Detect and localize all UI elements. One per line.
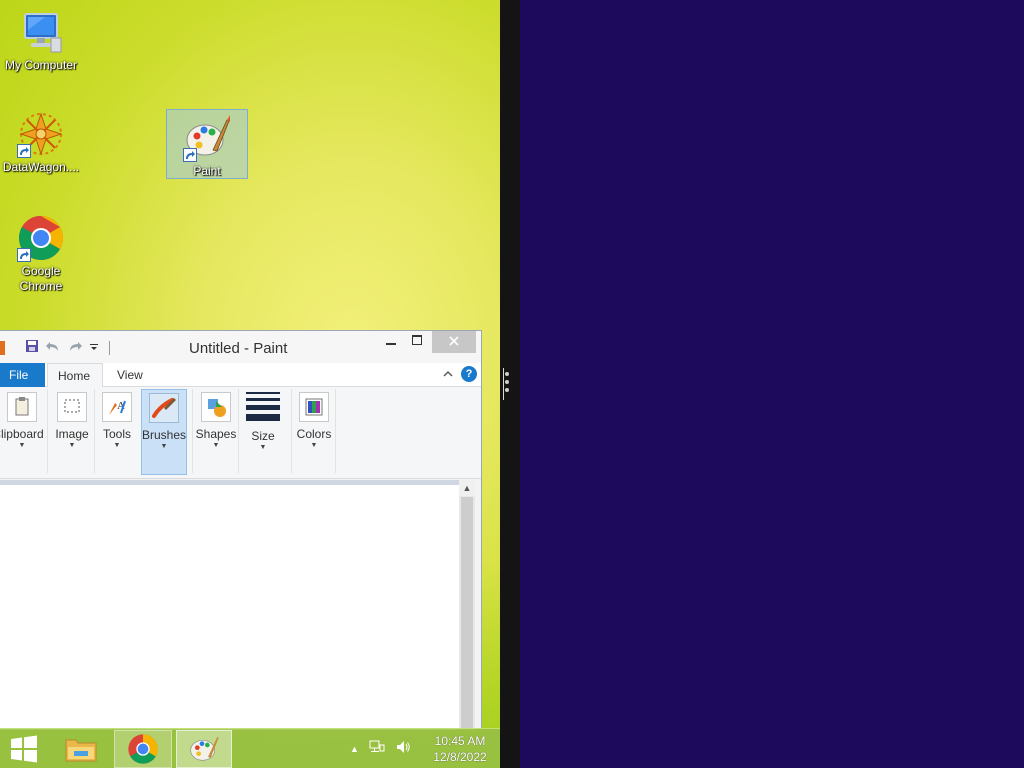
desktop-icon-label: My Computer [4,58,78,72]
desktop-icon-my-computer[interactable]: My Computer [0,8,82,73]
shapes-label: Shapes [195,427,237,441]
ribbon-separator [238,389,239,473]
desktop-icon-datawagon[interactable]: DataWagon.... [0,110,82,175]
paint-window[interactable]: Untitled - Paint File Home View ? lipboa… [0,330,482,730]
snap-divider-line [503,368,504,400]
ribbon-tabs: File Home View ? [0,363,481,388]
redo-icon[interactable] [67,339,83,356]
taskbar-paint[interactable] [176,730,232,768]
clipboard-group[interactable]: Clipboard ▼ [0,389,45,475]
scroll-thumb[interactable] [461,497,473,730]
windows-logo-icon [11,735,37,763]
brush-icon [149,393,179,423]
undo-icon[interactable] [45,339,61,356]
shapes-group[interactable]: Shapes ▼ [195,389,237,475]
shapes-icon [201,392,231,422]
shortcut-arrow-icon [17,248,31,262]
chevron-down-icon: ▼ [113,442,121,449]
shortcut-arrow-icon [17,144,31,158]
desktop-icon-label: DataWagon.... [2,160,80,174]
colors-label: Colors [296,427,332,441]
tools-icon: A [102,392,132,422]
close-icon [449,336,459,346]
image-group[interactable]: Image ▼ [51,389,93,475]
tab-file[interactable]: File [0,363,45,387]
taskbar-file-explorer[interactable] [56,730,108,768]
maximize-button[interactable] [405,331,429,353]
qat-separator [109,340,110,355]
select-icon [57,392,87,422]
tab-home[interactable]: Home [47,363,103,388]
taskbar-chrome[interactable] [114,730,172,768]
tools-group[interactable]: A Tools ▼ [97,389,137,475]
ribbon-separator [291,389,292,473]
customize-qat-icon[interactable] [89,341,99,355]
scroll-up-button[interactable]: ▲ [459,480,475,496]
help-icon[interactable]: ? [461,366,477,382]
chevron-down-icon: ▼ [259,444,267,451]
minimize-icon [386,343,396,345]
clock-time: 10:45 AM [434,734,486,748]
start-button[interactable] [0,730,48,768]
ribbon-separator [47,389,48,473]
drawing-canvas[interactable] [0,485,459,730]
minimize-ribbon-icon[interactable] [443,367,453,381]
quick-access-toolbar [0,339,110,356]
ribbon-home: Clipboard ▼ Image ▼ A Tools ▼ [0,387,481,479]
tools-label: Tools [102,427,131,441]
canvas-area[interactable]: ▲ [0,480,475,730]
desktop-icon-label-line1: Google [21,264,61,278]
show-hidden-icons[interactable]: ▲ [350,744,359,754]
snap-divider-grip-icon[interactable] [505,368,509,402]
desktop[interactable]: My Computer DataWagon.... Paint Google C… [0,0,500,768]
clock-date: 12/8/2022 [433,750,487,764]
right-snap-pane[interactable] [520,0,1024,768]
desktop-icon-label: Paint [193,164,221,178]
system-tray: ▲ [350,739,411,758]
brushes-label: Brushes [142,428,187,442]
desktop-icon-chrome[interactable]: Google Chrome [0,214,82,294]
tab-view[interactable]: View [107,363,153,387]
size-label: Size [251,429,275,443]
image-label: Image [55,427,89,441]
datawagon-icon [17,110,65,158]
close-button[interactable] [432,331,476,353]
computer-icon [17,8,65,56]
minimize-button[interactable] [379,331,403,353]
paint-icon [190,737,219,761]
folder-icon [65,739,97,762]
desktop-icon-label-line2: Chrome [19,279,63,293]
taskbar: ▲ 10:45 AM 12/8/2022 [0,728,500,768]
window-title: Untitled - Paint [189,340,288,357]
paint-app-icon[interactable] [0,340,5,355]
ribbon-separator [94,389,95,473]
chevron-down-icon: ▼ [18,442,26,449]
desktop-icon-paint[interactable]: Paint [166,109,248,179]
save-icon[interactable] [25,339,39,356]
chevron-down-icon: ▼ [212,442,220,449]
ribbon-separator [192,389,193,473]
shortcut-arrow-icon [183,148,197,162]
size-group[interactable]: Size ▼ [242,389,284,475]
title-bar[interactable]: Untitled - Paint [0,331,481,363]
colors-group[interactable]: Colors ▼ [293,389,335,475]
ribbon-separator [335,389,336,473]
paint-icon [183,114,231,162]
clipboard-icon [7,392,37,422]
chrome-icon [17,214,65,262]
chevron-down-icon: ▼ [160,443,168,450]
clipboard-label: Clipboard [0,427,44,441]
chrome-icon [128,734,158,764]
size-icon [246,392,280,424]
brushes-group[interactable]: Brushes ▼ [141,389,187,475]
chevron-down-icon: ▼ [68,442,76,449]
taskbar-clock[interactable]: 10:45 AM 12/8/2022 [430,733,490,765]
vertical-scrollbar[interactable]: ▲ [459,480,475,730]
maximize-icon [412,335,422,345]
network-icon[interactable] [369,739,385,758]
chevron-down-icon: ▼ [310,442,318,449]
colors-icon [299,392,329,422]
volume-icon[interactable] [395,739,411,758]
